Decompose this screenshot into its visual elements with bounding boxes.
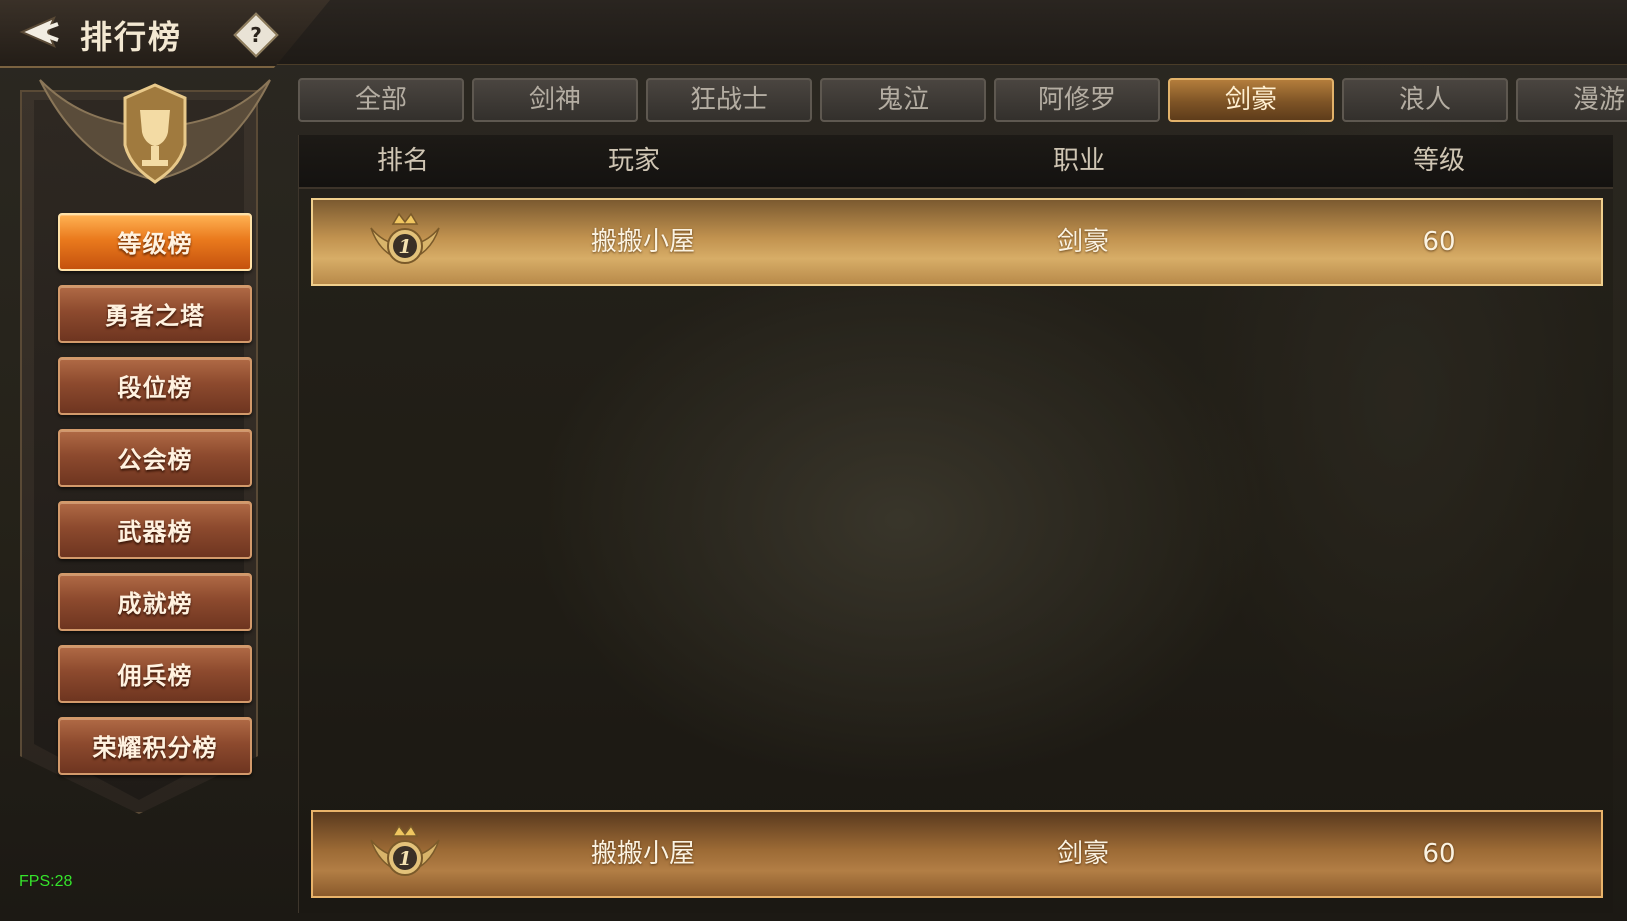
column-header-rank: 排名 — [376, 146, 429, 176]
player-class: 剑豪 — [1056, 227, 1109, 257]
sidebar-item-guild-rank[interactable]: 公会榜 — [58, 429, 252, 487]
my-rank-row: 1 搬搬小屋 剑豪 60 — [311, 810, 1603, 898]
page-title: 排行榜 — [80, 18, 183, 56]
help-icon: ? — [250, 23, 262, 47]
trophy-emblem-icon — [39, 79, 271, 184]
svg-text:1: 1 — [398, 236, 411, 258]
class-tabs: 全部 剑神 狂战士 鬼泣 阿修罗 剑豪 浪人 漫游 — [298, 78, 1627, 124]
ranking-table: 排名 玩家 职业 等级 1 搬搬小屋 剑豪 60 1 搬搬小屋 剑豪 60 — [298, 135, 1613, 913]
sidebar-item-hero-tower[interactable]: 勇者之塔 — [58, 285, 252, 343]
column-header-class: 职业 — [1052, 146, 1105, 176]
player-name: 搬搬小屋 — [590, 227, 695, 257]
sidebar-item-glory-points-rank[interactable]: 荣耀积分榜 — [58, 717, 252, 775]
player-level: 60 — [1422, 227, 1456, 257]
back-arrow-icon[interactable] — [14, 12, 60, 52]
my-player-class: 剑豪 — [1056, 839, 1109, 869]
sidebar-item-achievement-rank[interactable]: 成就榜 — [58, 573, 252, 631]
tab-asura[interactable]: 阿修罗 — [994, 78, 1160, 122]
sidebar-item-mercenary-rank[interactable]: 佣兵榜 — [58, 645, 252, 703]
svg-text:1: 1 — [398, 848, 411, 870]
tab-ronin[interactable]: 浪人 — [1342, 78, 1508, 122]
my-player-name: 搬搬小屋 — [590, 839, 695, 869]
tab-ghost-weeper[interactable]: 鬼泣 — [820, 78, 986, 122]
rank-medal-icon: 1 — [370, 824, 440, 876]
tab-sword-master[interactable]: 剑豪 — [1168, 78, 1334, 122]
tab-wanderer[interactable]: 漫游 — [1516, 78, 1627, 122]
column-header-level: 等级 — [1412, 146, 1465, 176]
sidebar-item-level-rank[interactable]: 等级榜 — [58, 213, 252, 271]
table-header: 排名 玩家 职业 等级 — [299, 135, 1613, 189]
sidebar-item-tier-rank[interactable]: 段位榜 — [58, 357, 252, 415]
fps-counter: FPS:28 — [19, 873, 73, 890]
my-player-level: 60 — [1422, 839, 1456, 869]
sidebar-item-weapon-rank[interactable]: 武器榜 — [58, 501, 252, 559]
tab-all[interactable]: 全部 — [298, 78, 464, 122]
tab-berserker[interactable]: 狂战士 — [646, 78, 812, 122]
column-header-player: 玩家 — [607, 146, 660, 176]
rank-medal-icon: 1 — [370, 212, 440, 264]
table-row[interactable]: 1 搬搬小屋 剑豪 60 — [311, 198, 1603, 286]
tab-sword-god[interactable]: 剑神 — [472, 78, 638, 122]
